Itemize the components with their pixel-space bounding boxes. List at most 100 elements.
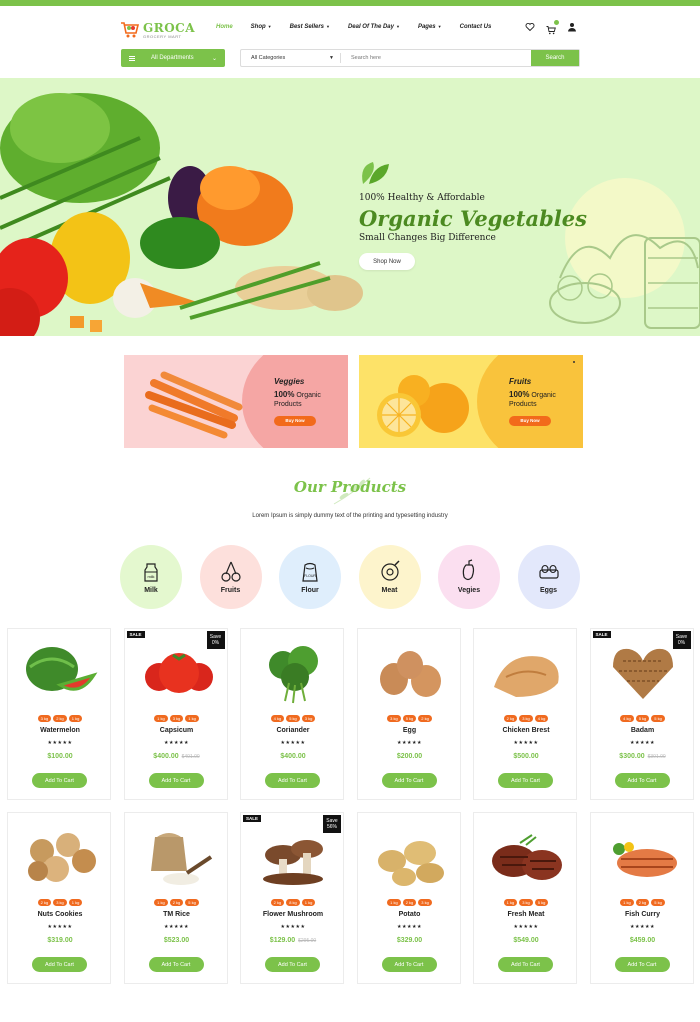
add-to-cart-button[interactable]: Add To Cart bbox=[32, 773, 87, 788]
nav-item-best-sellers[interactable]: Best Sellers ▼ bbox=[290, 24, 330, 30]
weight-chip[interactable]: 2 kg bbox=[402, 899, 417, 906]
product-name[interactable]: Potato bbox=[358, 911, 462, 918]
product-card[interactable]: 3 kg 2 kg 1 kg Watermelon ★★★★★ $100.00 Add To… bbox=[7, 628, 111, 800]
product-card[interactable]: 1 kg 2 kg 5 kg Fish Curry ★★★★★ $459.00 Add To… bbox=[589, 812, 695, 984]
weight-chip[interactable]: 2 kg bbox=[53, 715, 67, 722]
buy-now-button[interactable]: Buy Now bbox=[509, 415, 551, 426]
nav-item-deal-of-the-day[interactable]: Deal Of The Day ▼ bbox=[348, 24, 400, 30]
product-card[interactable]: SALE Save 0% 1 kg 3 kg 1 kg Capsicum ★★★★★ $400.… bbox=[123, 628, 229, 800]
weight-chip[interactable]: 2 kg bbox=[37, 899, 52, 906]
product-card[interactable]: 1 kg 3 kg 5 kg Fresh Meat ★★★★★ $549.00 Add To… bbox=[473, 812, 577, 984]
product-card[interactable]: 3 kg 5 kg 2 kg Egg ★★★★★ $200.00 Add To Cart bbox=[356, 628, 462, 800]
product-card[interactable]: 2 kg 3 kg 4 kg Chicken Brest ★★★★★ $500.00 Add… bbox=[473, 628, 577, 800]
weight-chip[interactable]: 3 kg bbox=[169, 715, 184, 722]
promo-organic: Organic bbox=[531, 392, 556, 399]
nav-item-home[interactable]: Home bbox=[216, 24, 233, 30]
category-select[interactable]: All Categories ▼ bbox=[241, 53, 341, 63]
product-name[interactable]: Coriander bbox=[241, 727, 345, 734]
weight-chip[interactable]: 1 kg bbox=[154, 715, 168, 722]
product-card[interactable]: 4 kg 5 kg 3 kg Coriander ★★★★★ $400.00 Add To … bbox=[240, 628, 344, 800]
weight-chip[interactable]: 3 kg bbox=[37, 715, 52, 722]
add-to-cart-button[interactable]: Add To Cart bbox=[381, 773, 437, 788]
product-name[interactable]: Badam bbox=[591, 727, 695, 734]
weight-chip[interactable]: 4 kg bbox=[534, 715, 549, 722]
weight-chip[interactable]: 1 kg bbox=[185, 715, 199, 722]
heart-icon[interactable] bbox=[525, 22, 535, 32]
weight-chip[interactable]: 3 kg bbox=[418, 899, 432, 906]
add-to-cart-button[interactable]: Add To Cart bbox=[148, 773, 204, 788]
weight-chip[interactable]: 1 kg bbox=[503, 899, 518, 906]
search-input[interactable] bbox=[341, 50, 531, 66]
weight-chip[interactable]: 1 kg bbox=[68, 715, 83, 722]
weight-chip[interactable]: 5 kg bbox=[185, 899, 199, 906]
category-vegies[interactable]: Vegies bbox=[438, 545, 500, 609]
weight-chip[interactable]: 3 kg bbox=[519, 715, 533, 722]
product-card[interactable]: 1 kg 2 kg 3 kg Potato ★★★★★ $329.00 Add To Car… bbox=[356, 812, 462, 984]
product-card[interactable]: SALE Save 0% 4 kg 5 kg 5 kg Badam ★★★★★ $300.00 $… bbox=[589, 628, 695, 800]
weight-chip[interactable]: 5 kg bbox=[534, 899, 549, 906]
product-name[interactable]: Flower Mushroom bbox=[241, 911, 345, 918]
weight-chip[interactable]: 1 kg bbox=[387, 899, 401, 906]
user-icon[interactable] bbox=[567, 22, 577, 32]
nav-item-contact-us[interactable]: Contact Us bbox=[460, 24, 492, 30]
weight-chip[interactable]: 4 kg bbox=[620, 715, 634, 722]
product-name[interactable]: Fresh Meat bbox=[474, 911, 578, 918]
weight-chip[interactable]: 2 kg bbox=[418, 715, 432, 722]
buy-now-button[interactable]: Buy Now bbox=[274, 415, 316, 426]
all-departments-button[interactable]: All Departments ⌄ bbox=[121, 49, 225, 67]
weight-chip[interactable]: 1 kg bbox=[68, 899, 83, 906]
weight-chip[interactable]: 3 kg bbox=[301, 715, 316, 722]
add-to-cart-button[interactable]: Add To Cart bbox=[32, 957, 87, 972]
category-milk[interactable]: milk Milk bbox=[120, 545, 182, 609]
weight-chip[interactable]: 3 kg bbox=[387, 715, 401, 722]
weight-chip[interactable]: 3 kg bbox=[53, 899, 67, 906]
add-to-cart-button[interactable]: Add To Cart bbox=[614, 957, 670, 972]
product-name[interactable]: Egg bbox=[358, 727, 462, 734]
add-to-cart-button[interactable]: Add To Cart bbox=[498, 773, 553, 788]
product-card[interactable]: 1 kg 2 kg 5 kg TM Rice ★★★★★ $523.00 Add To Ca… bbox=[123, 812, 229, 984]
search-button[interactable]: Search bbox=[531, 50, 579, 66]
weight-chip[interactable]: 5 kg bbox=[635, 715, 650, 722]
product-name[interactable]: Fish Curry bbox=[591, 911, 695, 918]
promo-banner-veggies[interactable]: Veggies 100% Organic Products Buy Now bbox=[124, 355, 348, 448]
product-name[interactable]: Chicken Brest bbox=[474, 727, 578, 734]
category-fruits[interactable]: Fruits bbox=[199, 545, 262, 609]
weight-chip[interactable]: 2 kg bbox=[169, 899, 184, 906]
nav-label: Shop bbox=[250, 24, 266, 30]
weight-chip[interactable]: 5 kg bbox=[402, 715, 417, 722]
nav-item-pages[interactable]: Pages ▼ bbox=[418, 24, 442, 30]
category-meat[interactable]: Meat bbox=[358, 545, 421, 609]
product-name[interactable]: TM Rice bbox=[125, 911, 229, 918]
weight-chip[interactable]: 2 kg bbox=[503, 715, 518, 722]
shop-now-button[interactable]: Shop Now bbox=[359, 253, 415, 270]
weight-chip[interactable]: 2 kg bbox=[635, 899, 650, 906]
weight-chip[interactable]: 5 kg bbox=[651, 899, 665, 906]
product-name[interactable]: Nuts Cookies bbox=[8, 911, 112, 918]
nav-item-shop[interactable]: Shop ▼ bbox=[251, 24, 272, 30]
weight-chip[interactable]: 1 kg bbox=[301, 899, 316, 906]
weight-chip[interactable]: 5 kg bbox=[651, 715, 665, 722]
weight-chip[interactable]: 3 kg bbox=[519, 899, 533, 906]
add-to-cart-button[interactable]: Add To Cart bbox=[265, 957, 320, 972]
category-flour[interactable]: FLOUR Flour bbox=[279, 545, 341, 609]
weight-chip[interactable]: 4 kg bbox=[270, 715, 285, 722]
category-eggs[interactable]: Eggs bbox=[517, 545, 580, 609]
weight-chip[interactable]: 5 kg bbox=[286, 715, 300, 722]
cart-icon[interactable] bbox=[546, 20, 559, 35]
product-card[interactable]: SALE Save 56% 2 kg 8 kg 1 kg Flower Mushroom ★★… bbox=[240, 812, 344, 984]
add-to-cart-button[interactable]: Add To Cart bbox=[381, 957, 437, 972]
weight-chip[interactable]: 1 kg bbox=[154, 899, 168, 906]
product-card[interactable]: 2 kg 3 kg 1 kg Nuts Cookies ★★★★★ $319.00 Add … bbox=[7, 812, 111, 984]
promo-banner-fruits[interactable]: Fruits 100% Organic Products Buy Now bbox=[359, 355, 583, 448]
product-image bbox=[492, 834, 562, 880]
weight-chip[interactable]: 8 kg bbox=[286, 899, 300, 906]
add-to-cart-button[interactable]: Add To Cart bbox=[265, 773, 320, 788]
add-to-cart-button[interactable]: Add To Cart bbox=[498, 957, 553, 972]
product-name[interactable]: Watermelon bbox=[8, 727, 112, 734]
logo[interactable]: GROCA GROCERY MART bbox=[120, 21, 195, 39]
weight-chip[interactable]: 1 kg bbox=[620, 899, 634, 906]
add-to-cart-button[interactable]: Add To Cart bbox=[148, 957, 204, 972]
weight-chip[interactable]: 2 kg bbox=[270, 899, 285, 906]
product-name[interactable]: Capsicum bbox=[125, 727, 229, 734]
add-to-cart-button[interactable]: Add To Cart bbox=[614, 773, 670, 788]
